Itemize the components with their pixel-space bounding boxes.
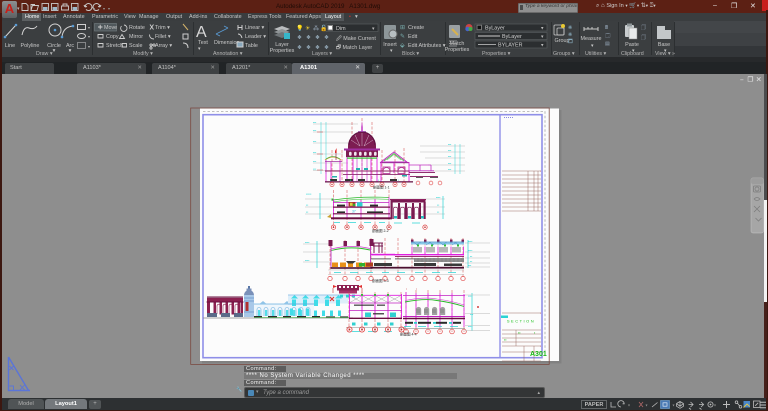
svg-text:▪▪▪▪: ▪▪▪▪ (305, 259, 309, 263)
svg-text:▪▪: ▪▪ (437, 203, 439, 207)
svg-text:▾: ▾ (714, 403, 716, 408)
svg-text:▾: ▾ (673, 403, 675, 408)
svg-text:▪▪▪▪: ▪▪▪▪ (305, 241, 309, 245)
svg-text:37: 37 (352, 210, 356, 214)
svg-text:▪: ▪ (398, 178, 399, 182)
svg-text:▪: ▪ (330, 178, 331, 182)
svg-text:▪▪▪: ▪▪▪ (448, 155, 451, 159)
svg-text:▪▪▪: ▪▪▪ (448, 162, 451, 166)
svg-text:▪▪▪▪: ▪▪▪▪ (468, 240, 472, 244)
svg-text:▪▪▪: ▪▪▪ (313, 140, 316, 144)
svg-text:剖面图 2-2: 剖面图 2-2 (372, 228, 389, 233)
svg-text:▪▪▪: ▪▪▪ (313, 151, 316, 155)
svg-text:▪▪▪: ▪▪▪ (468, 264, 471, 268)
svg-text:▪: ▪ (350, 178, 351, 182)
svg-text:▪▪: ▪▪ (518, 331, 520, 335)
svg-text:▪▪▪: ▪▪▪ (448, 143, 451, 147)
svg-text:▪▪▪: ▪▪▪ (313, 129, 316, 133)
svg-text:•: • (540, 311, 541, 315)
svg-text:▪▪: ▪▪ (504, 338, 506, 342)
svg-text:▾: ▾ (646, 403, 648, 408)
svg-text:▪▪▪: ▪▪▪ (470, 313, 473, 317)
svg-text:A301: A301 (530, 351, 547, 358)
svg-text:▪ ▪ ▪ ▪ ▪: ▪ ▪ ▪ ▪ ▪ (504, 116, 513, 120)
svg-text:剖面图 3-3: 剖面图 3-3 (372, 278, 389, 283)
svg-text:✕: ✕ (756, 77, 762, 84)
svg-text:▪▪▪: ▪▪▪ (448, 149, 451, 153)
svg-text:剖面图 4-4: 剖面图 4-4 (400, 332, 417, 337)
svg-text:▪▪: ▪▪ (306, 203, 308, 207)
svg-text:▪▪▪▪: ▪▪▪▪ (468, 294, 472, 298)
svg-text:▪▪▪▪: ▪▪▪▪ (468, 249, 472, 253)
svg-text:▪▪: ▪▪ (470, 255, 472, 259)
svg-text:•: • (540, 169, 541, 173)
svg-text:▪▪▪▪▪: ▪▪▪▪▪ (306, 192, 311, 196)
svg-text:▪: ▪ (378, 178, 379, 182)
svg-text:▪▪▪▪: ▪▪▪▪ (468, 325, 472, 329)
svg-text:❐: ❐ (748, 76, 754, 84)
svg-text:剖面图 1-1: 剖面图 1-1 (373, 185, 390, 190)
svg-text:▪▪▪: ▪▪▪ (313, 167, 316, 171)
svg-text:▪▪▪: ▪▪▪ (313, 121, 316, 125)
svg-text:▪▪: ▪▪ (437, 210, 439, 214)
svg-text:▪▪: ▪▪ (306, 210, 308, 214)
svg-text:SECTION: SECTION (507, 319, 535, 324)
svg-text:•: • (540, 344, 541, 348)
svg-text:–: – (740, 77, 744, 84)
svg-text:▪▪▪▪: ▪▪▪▪ (436, 196, 440, 200)
svg-text:▾: ▾ (628, 403, 630, 408)
svg-text:▪▪▪: ▪▪▪ (313, 160, 316, 164)
svg-text:▪: ▪ (534, 331, 535, 335)
svg-text:▪▪▪: ▪▪▪ (448, 168, 451, 172)
